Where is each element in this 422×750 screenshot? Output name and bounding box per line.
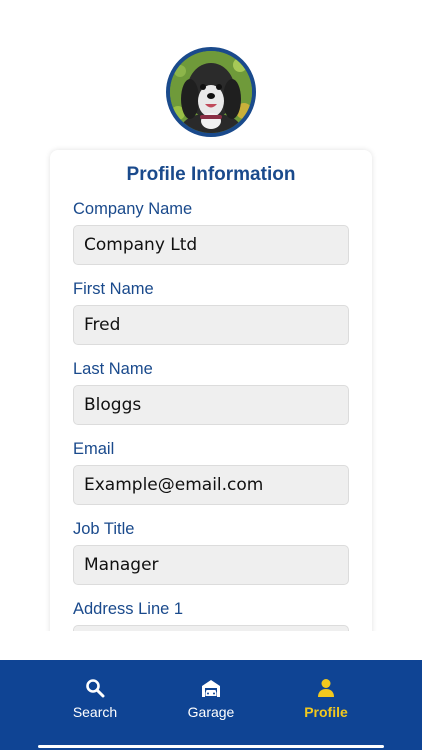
tab-search[interactable]: Search	[50, 678, 140, 720]
person-icon	[318, 679, 334, 697]
first-name-label: First Name	[73, 280, 154, 298]
job-title-label: Job Title	[73, 520, 135, 538]
company-name-label: Company Name	[73, 200, 193, 218]
tab-garage[interactable]: Garage	[166, 678, 256, 720]
first-name-field[interactable]	[73, 305, 349, 345]
email-label: Email	[73, 440, 115, 458]
car-icon	[202, 680, 220, 697]
job-title-field[interactable]	[73, 545, 349, 585]
search-icon	[86, 679, 105, 698]
last-name-label: Last Name	[73, 360, 153, 378]
last-name-field[interactable]	[73, 385, 349, 425]
profile-scroll-area[interactable]: Profile Information Company Name First N…	[0, 0, 422, 631]
dog-photo-icon	[170, 51, 252, 133]
address-line-1-label: Address Line 1	[73, 600, 184, 618]
profile-title: Profile Information	[126, 164, 296, 185]
bottom-tab-bar: Search Garage Profile	[0, 660, 422, 750]
profile-avatar[interactable]	[166, 47, 256, 137]
tab-profile[interactable]: Profile	[281, 678, 371, 720]
address-line-1-field[interactable]	[73, 625, 349, 631]
tab-profile-label: Profile	[304, 704, 348, 720]
home-indicator	[38, 745, 384, 748]
email-field[interactable]	[73, 465, 349, 505]
tab-search-label: Search	[72, 704, 118, 720]
tab-garage-label: Garage	[187, 704, 235, 720]
company-name-field[interactable]	[73, 225, 349, 265]
